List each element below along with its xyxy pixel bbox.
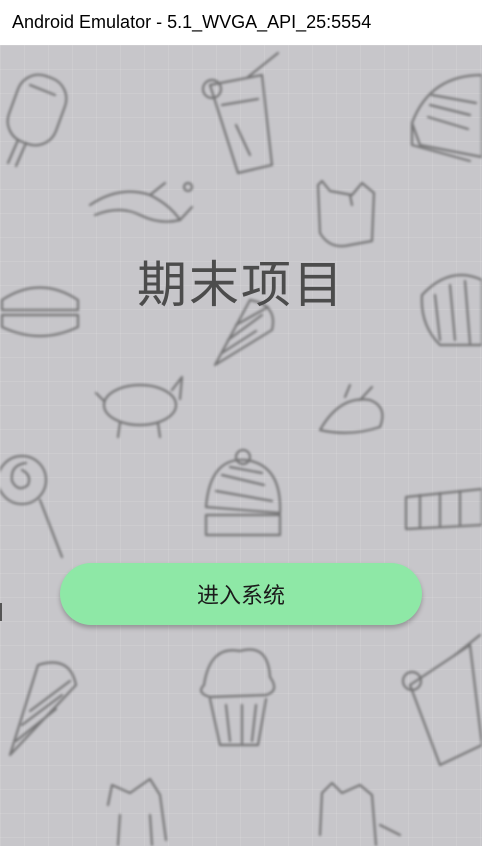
enter-system-button-label: 进入系统 [196,584,285,609]
cupcake-icon [200,648,276,747]
enter-system-button[interactable]: 进入系统 [60,563,422,625]
app-screen: 期末项目 进入系统 [0,45,482,846]
cat-icon [316,179,376,248]
bird-icon [88,181,194,223]
drink-cup-icon [201,51,280,175]
knit-hat-icon [204,448,282,537]
ice-cream-cone-icon [8,661,78,757]
emulator-window: Android Emulator - 5.1_WVGA_API_25:5554 [0,0,482,846]
drink-cup-icon [401,633,482,767]
edge-artifact [0,603,2,621]
window-title-bar: Android Emulator - 5.1_WVGA_API_25:5554 [0,0,482,45]
pig-icon [94,375,184,439]
chocolate-bar-icon [404,487,482,531]
bird-icon [318,383,384,434]
doodle-background [0,51,482,846]
lollipop-icon [0,454,64,559]
knit-hat-icon [410,73,482,163]
cat-icon [106,777,168,846]
window-title: Android Emulator - 5.1_WVGA_API_25:5554 [12,12,372,32]
page-title: 期末项目 [137,256,345,314]
cat-icon [318,781,402,846]
popsicle-icon [6,73,68,168]
